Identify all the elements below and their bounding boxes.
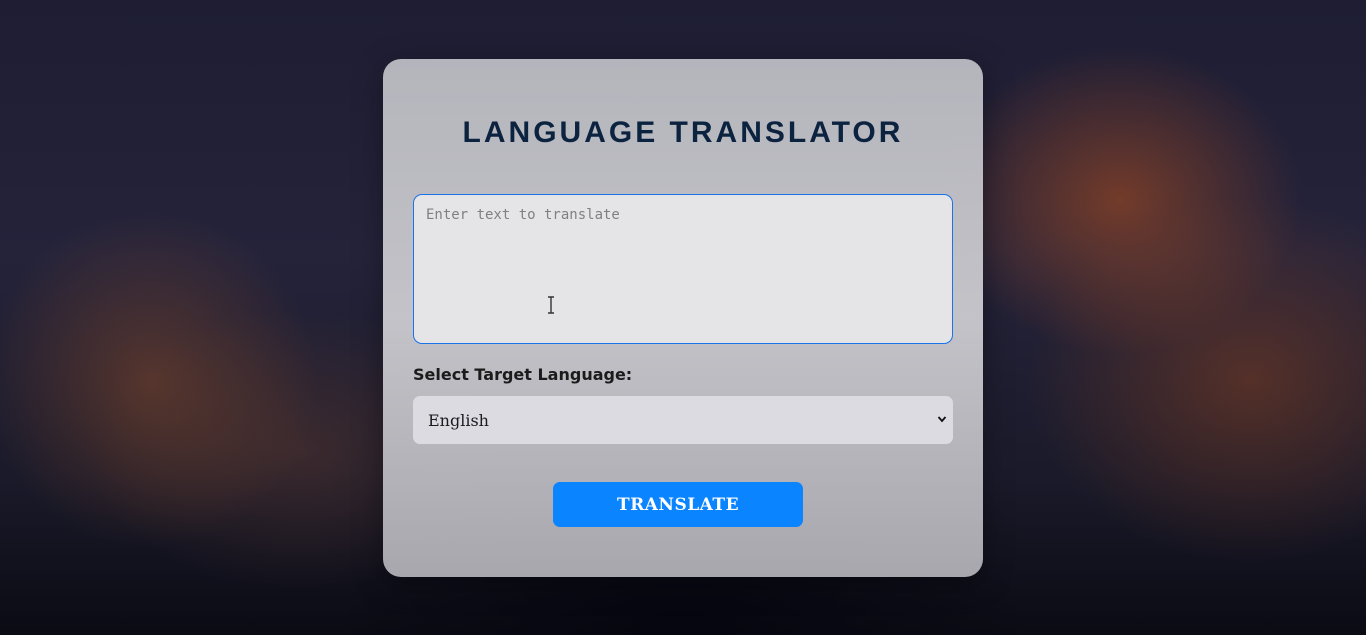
page-title: LANGUAGE TRANSLATOR	[462, 116, 904, 149]
source-text-input[interactable]	[413, 194, 953, 344]
target-language-label: Select Target Language:	[413, 365, 633, 384]
translate-button[interactable]: TRANSLATE	[553, 482, 803, 527]
target-language-select[interactable]: English	[413, 396, 953, 444]
text-cursor-icon	[548, 296, 554, 314]
target-language-select-wrap: English	[413, 396, 953, 444]
